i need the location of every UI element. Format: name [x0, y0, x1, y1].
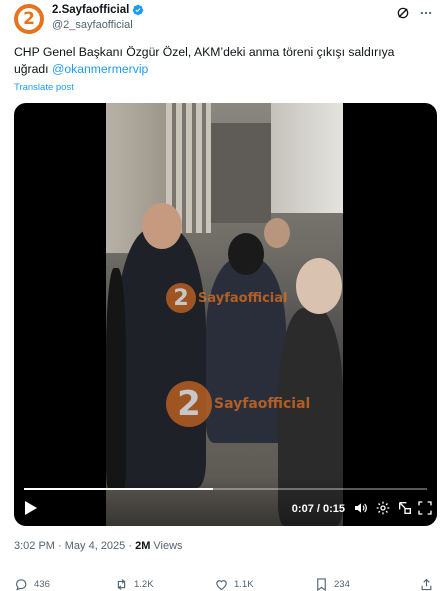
repost-icon: [117, 578, 126, 590]
video-progress-bar[interactable]: [24, 488, 427, 490]
video-controls: 0:07 / 0:15: [14, 476, 437, 526]
play-icon[interactable]: [24, 500, 38, 516]
repost-count: 1.2K: [134, 578, 154, 590]
fullscreen-icon[interactable]: [417, 500, 433, 516]
watermark-lower: 2 Sayfaofficial: [166, 381, 310, 427]
verified-badge-icon: [133, 4, 144, 16]
post-time[interactable]: 3:02 PM: [14, 540, 55, 552]
man-right-head: [296, 258, 342, 314]
views-label: Views: [150, 540, 183, 552]
tweet-actions: 436 1.2K 1.1K 234: [14, 576, 434, 591]
left-edge-figure: [106, 268, 126, 488]
reply-count: 436: [34, 578, 50, 590]
translate-post-link[interactable]: Translate post: [14, 82, 74, 93]
tweet-text: CHP Genel Başkanı Özgür Özel, AKM’deki a…: [14, 44, 424, 78]
views-count: 2M: [135, 540, 151, 552]
video-player[interactable]: 2 Sayfaofficial 2 Sayfaofficial 0:07 / 0…: [14, 103, 437, 526]
repost-button[interactable]: 1.2K: [114, 577, 214, 591]
like-count: 1.1K: [234, 578, 254, 590]
share-button[interactable]: [419, 577, 434, 591]
woman-head: [228, 233, 264, 275]
meta-separator: ·: [54, 540, 65, 552]
reply-icon: [15, 578, 27, 590]
meta-separator-2: ·: [125, 540, 136, 552]
author-handle[interactable]: @2_sayfaofficial: [52, 19, 133, 31]
reply-button[interactable]: 436: [14, 577, 114, 591]
settings-gear-icon[interactable]: [375, 500, 391, 516]
video-progress-fill: [24, 488, 214, 490]
watermark-upper: 2 Sayfaofficial: [166, 283, 287, 313]
author-name-row[interactable]: 2.Sayfaofficial: [52, 4, 144, 16]
heart-icon: [216, 579, 227, 590]
building-center: [211, 123, 271, 223]
picture-in-picture-icon[interactable]: [397, 500, 413, 516]
more-options-icon[interactable]: [418, 6, 434, 20]
bookmark-icon: [317, 577, 326, 591]
video-time: 0:07 / 0:15: [291, 503, 345, 515]
like-button[interactable]: 1.1K: [214, 577, 314, 591]
mention-link[interactable]: @okanmermervip: [52, 62, 148, 76]
share-icon: [421, 578, 432, 590]
bookmark-count: 234: [334, 578, 350, 590]
avatar[interactable]: 2: [14, 4, 44, 34]
bodyguard-head: [142, 203, 182, 249]
author-display-name[interactable]: 2.Sayfaofficial: [52, 4, 129, 16]
avatar-logo: 2: [18, 8, 40, 30]
bystander-head: [264, 218, 290, 248]
bookmark-button[interactable]: 234: [314, 577, 414, 591]
building-right: [271, 103, 343, 213]
video-frame: 2 Sayfaofficial 2 Sayfaofficial: [106, 103, 343, 526]
grok-icon[interactable]: [396, 6, 410, 20]
bodyguard-figure: [116, 228, 206, 488]
volume-icon[interactable]: [353, 500, 369, 516]
tweet-header: 2 2.Sayfaofficial @2_sayfaofficial: [14, 4, 434, 36]
tweet-meta: 3:02 PM · May 4, 2025 · 2M Views: [14, 540, 183, 552]
post-date[interactable]: May 4, 2025: [65, 540, 126, 552]
